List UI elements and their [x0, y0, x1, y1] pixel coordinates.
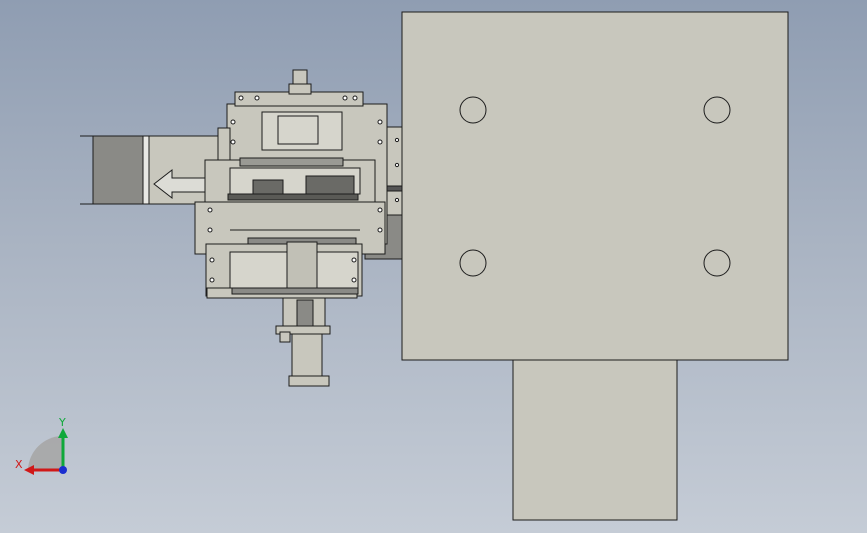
cylinder-body: [92, 135, 144, 205]
view-triad-icon[interactable]: Y X: [15, 416, 68, 475]
triad-x-label: X: [15, 458, 23, 471]
triad-y-label: Y: [58, 416, 66, 429]
cylinder-collar: [142, 135, 150, 205]
graphics-viewport[interactable]: Y X: [0, 0, 867, 533]
shaft-foot: [288, 375, 330, 387]
mounting-plate: [401, 11, 789, 361]
cad-model: Y X: [15, 11, 789, 521]
support-column: [512, 359, 678, 521]
